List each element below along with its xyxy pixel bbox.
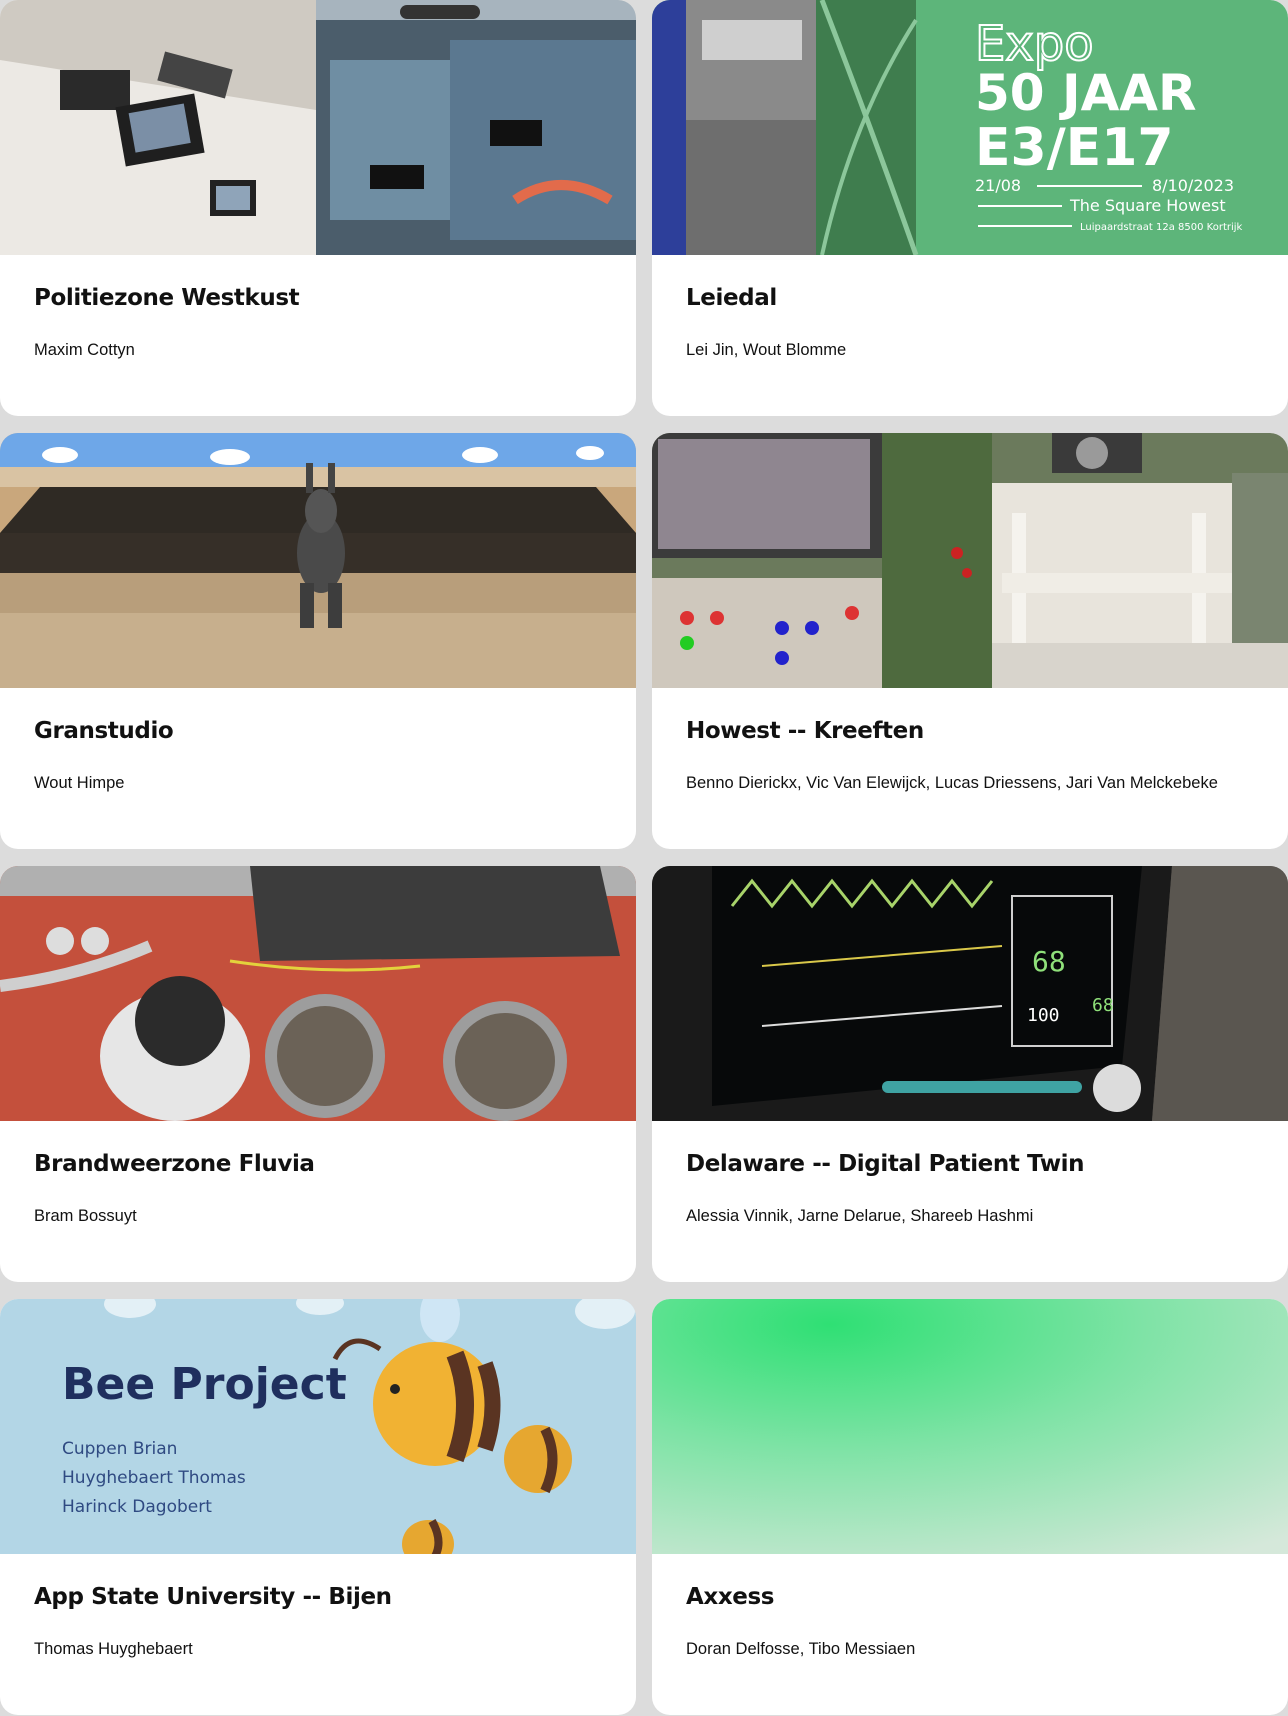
project-authors: Wout Himpe	[34, 774, 125, 792]
project-card-granstudio[interactable]: Granstudio Wout Himpe	[0, 433, 636, 849]
project-authors: Alessia Vinnik, Jarne Delarue, Shareeb H…	[686, 1207, 1034, 1225]
project-authors: Doran Delfosse, Tibo Messiaen	[686, 1640, 916, 1658]
project-card-axxess[interactable]: Axxess Doran Delfosse, Tibo Messiaen	[652, 1299, 1288, 1715]
project-authors: Thomas Huyghebaert	[34, 1640, 193, 1658]
slide-name-1: Cuppen Brian	[62, 1439, 177, 1459]
project-card-politiezone[interactable]: Politiezone Westkust Maxim Cottyn	[0, 0, 636, 416]
project-title: Axxess	[686, 1584, 775, 1610]
project-card-app-state[interactable]: Bee Project Cuppen Brian Huyghebaert Tho…	[0, 1299, 636, 1715]
project-grid: Politiezone Westkust Maxim Cottyn Expo 5…	[0, 0, 1288, 1716]
project-card-delaware[interactable]: 68 100 68 Delaware -- Digital Patient Tw…	[652, 866, 1288, 1282]
project-image-camera-sirens	[0, 866, 636, 1121]
project-title: Howest -- Kreeften	[686, 718, 924, 744]
monitor-hr-value: 68	[1032, 945, 1066, 978]
poster-date-from: 21/08	[975, 176, 1021, 195]
project-card-leiedal[interactable]: Expo 50 JAAR E3/E17 21/08 8/10/2023 The …	[652, 0, 1288, 416]
poster-road-text: E3/E17	[975, 118, 1174, 178]
project-title: Politiezone Westkust	[34, 285, 300, 311]
project-title: Leiedal	[686, 285, 777, 311]
project-authors: Benno Dierickx, Vic Van Elewijck, Lucas …	[686, 774, 1218, 792]
project-title: Granstudio	[34, 718, 174, 744]
poster-date-to: 8/10/2023	[1152, 176, 1234, 195]
project-image-bee-project: Bee Project Cuppen Brian Huyghebaert Tho…	[0, 1299, 636, 1554]
monitor-secondary-value: 68	[1092, 995, 1114, 1016]
project-authors: Maxim Cottyn	[34, 341, 135, 359]
project-image-expo-poster: Expo 50 JAAR E3/E17 21/08 8/10/2023 The …	[652, 0, 1288, 255]
project-image-drone-lab	[0, 0, 636, 255]
project-authors: Lei Jin, Wout Blomme	[686, 341, 847, 359]
project-authors: Bram Bossuyt	[34, 1207, 137, 1225]
poster-jaar-text: 50 JAAR	[975, 64, 1196, 122]
project-image-3d-horse	[0, 433, 636, 688]
slide-name-2: Huyghebaert Thomas	[62, 1468, 246, 1488]
project-card-fluvia[interactable]: Brandweerzone Fluvia Bram Bossuyt	[0, 866, 636, 1282]
project-title: Delaware -- Digital Patient Twin	[686, 1151, 1085, 1177]
project-title: Brandweerzone Fluvia	[34, 1151, 315, 1177]
project-image-patient-monitor: 68 100 68	[652, 866, 1288, 1121]
project-title: App State University -- Bijen	[34, 1584, 392, 1610]
project-image-green-gradient	[652, 1299, 1288, 1554]
poster-address: Luipaardstraat 12a 8500 Kortrijk	[1080, 222, 1243, 233]
project-card-kreeften[interactable]: Howest -- Kreeften Benno Dierickx, Vic V…	[652, 433, 1288, 849]
project-image-greenhouse	[652, 433, 1288, 688]
slide-heading: Bee Project	[62, 1359, 347, 1410]
monitor-spo2-value: 100	[1027, 1005, 1060, 1026]
slide-name-3: Harinck Dagobert	[62, 1497, 212, 1517]
poster-venue: The Square Howest	[1069, 196, 1226, 215]
